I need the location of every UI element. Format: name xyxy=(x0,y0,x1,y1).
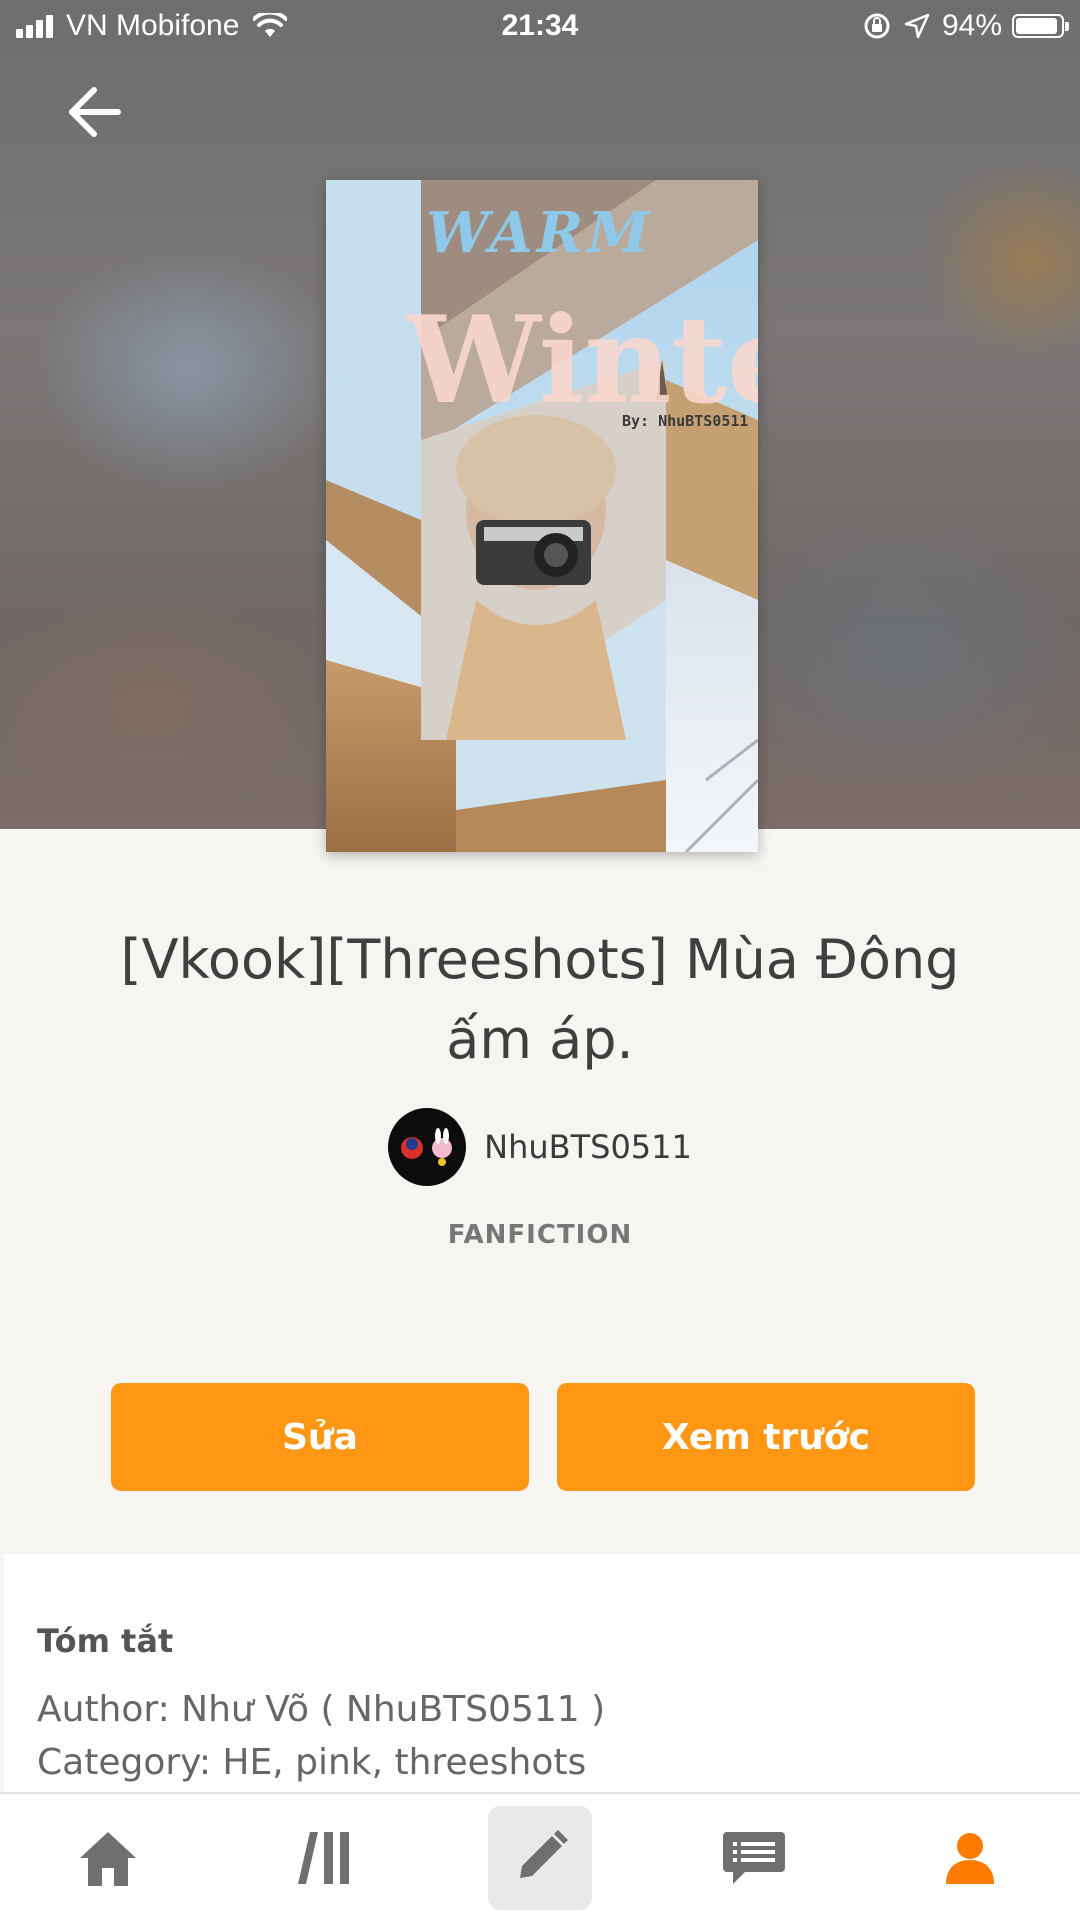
arrow-left-icon xyxy=(69,87,121,137)
edit-button[interactable]: Sửa xyxy=(111,1383,529,1491)
battery-percent: 94% xyxy=(941,9,1002,42)
nav-messages[interactable] xyxy=(702,1806,806,1910)
bottom-navigation xyxy=(0,1792,1080,1920)
rotation-lock-icon xyxy=(864,13,890,39)
messages-icon xyxy=(723,1832,785,1884)
cover-title-winter: Winter xyxy=(406,290,758,431)
status-bar: VN Mobifone 21:34 94% xyxy=(0,0,1080,56)
author-link[interactable]: NhuBTS0511 xyxy=(0,1108,1080,1186)
author-name: NhuBTS0511 xyxy=(484,1128,692,1166)
nav-profile[interactable] xyxy=(918,1806,1022,1910)
home-icon xyxy=(80,1832,136,1886)
profile-icon xyxy=(946,1833,994,1884)
summary-author-line: Author: Như Võ ( NhuBTS0511 ) xyxy=(37,1689,606,1730)
summary-category-line: Category: HE, pink, threeshots xyxy=(37,1742,587,1783)
story-title: [Vkook][Threeshots] Mùa Đông ấm áp. xyxy=(120,928,960,1071)
back-button[interactable] xyxy=(60,80,130,144)
story-cover: WARM Winter By: NhuBTS0511 xyxy=(326,180,758,852)
story-category[interactable]: FANFICTION xyxy=(0,1220,1080,1250)
avatar xyxy=(388,1108,467,1186)
nav-home[interactable] xyxy=(56,1806,160,1910)
pencil-icon xyxy=(520,1830,568,1878)
location-icon xyxy=(904,13,930,39)
nav-library[interactable] xyxy=(274,1806,378,1910)
preview-button[interactable]: Xem trước xyxy=(557,1383,975,1491)
battery-icon xyxy=(1012,14,1069,38)
library-icon xyxy=(298,1832,349,1884)
summary-section: Tóm tắt Author: Như Võ ( NhuBTS0511 ) Ca… xyxy=(4,1554,1080,1794)
cover-artwork xyxy=(326,180,758,852)
summary-heading: Tóm tắt xyxy=(37,1622,174,1660)
cover-title-warm: WARM xyxy=(426,200,654,266)
cover-byline: By: NhuBTS0511 xyxy=(622,412,749,430)
nav-write[interactable] xyxy=(488,1806,592,1910)
